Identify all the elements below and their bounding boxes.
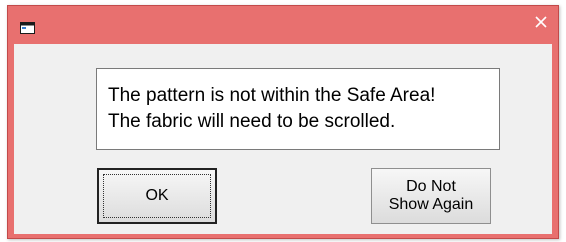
dialog-client-area: The pattern is not within the Safe Area!… xyxy=(14,44,552,234)
dialog-window: The pattern is not within the Safe Area!… xyxy=(7,5,559,239)
title-bar[interactable] xyxy=(8,6,558,44)
close-button[interactable] xyxy=(524,6,558,38)
do-not-show-again-label-line-2: Show Again xyxy=(388,196,474,213)
message-box: The pattern is not within the Safe Area!… xyxy=(96,68,500,150)
ok-button[interactable]: OK xyxy=(97,168,217,224)
do-not-show-again-button[interactable]: Do Not Show Again xyxy=(371,168,491,224)
window-app-icon xyxy=(20,21,35,34)
close-x-icon xyxy=(535,16,547,28)
do-not-show-again-label-line-1: Do Not xyxy=(406,178,456,195)
ok-button-label: OK xyxy=(145,187,169,204)
message-line-1: The pattern is not within the Safe Area! xyxy=(108,85,436,106)
message-line-2: The fabric will need to be scrolled. xyxy=(108,111,396,132)
